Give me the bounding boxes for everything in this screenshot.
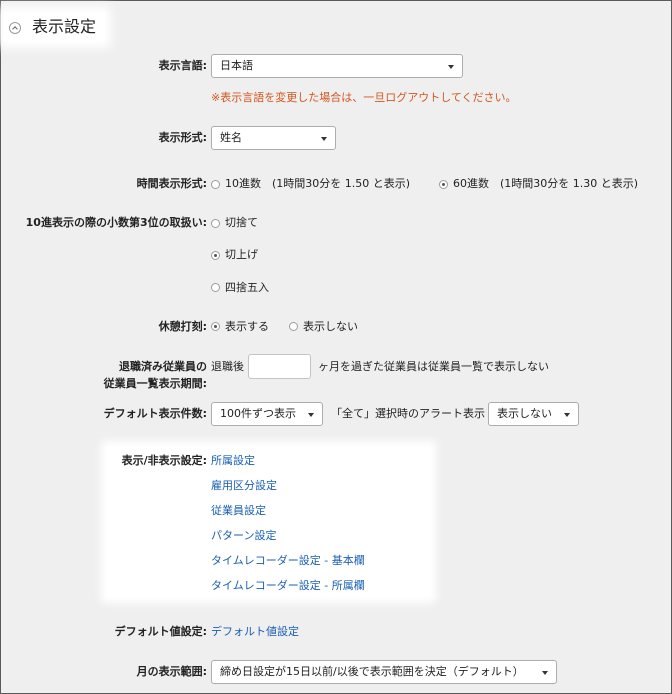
retired-employees-label-line2: 従業員一覧表示期間: bbox=[103, 377, 207, 390]
default-count-value: 100件ずつ表示 bbox=[220, 407, 296, 420]
rounding-radio-round[interactable] bbox=[211, 283, 220, 292]
break-stamp-radio-hide[interactable] bbox=[289, 322, 298, 331]
display-language-value: 日本語 bbox=[220, 59, 253, 72]
link-affiliation-settings[interactable]: 所属設定 bbox=[211, 453, 255, 469]
month-range-value: 締め日設定が15日以前/以後で表示範囲を決定（デフォルト） bbox=[220, 665, 524, 678]
display-format-label: 表示形式: bbox=[158, 131, 207, 144]
display-language-label: 表示言語: bbox=[158, 59, 207, 72]
alert-display-select[interactable]: 表示しない bbox=[488, 402, 579, 426]
retired-employees-label-line1: 退職済み従業員の bbox=[119, 360, 207, 373]
retired-prefix: 退職後 bbox=[211, 360, 244, 373]
display-language-select[interactable]: 日本語 bbox=[211, 54, 463, 78]
default-values-label: デフォルト値設定: bbox=[114, 625, 207, 638]
retired-suffix: ヶ月を過ぎた従業員は従業員一覧で表示しない bbox=[318, 360, 549, 373]
alert-display-label: 「全て」選択時のアラート表示 bbox=[331, 407, 485, 420]
chevron-down-icon bbox=[321, 137, 327, 141]
time-format-radio-sexagesimal[interactable] bbox=[439, 180, 448, 189]
chevron-down-icon bbox=[448, 65, 454, 69]
alert-display-value: 表示しない bbox=[497, 407, 552, 420]
chevron-down-icon bbox=[564, 413, 570, 417]
rounding-option-ceil: 切上げ bbox=[225, 248, 258, 261]
link-timerecorder-basic[interactable]: タイムレコーダー設定 - 基本欄 bbox=[211, 553, 365, 569]
chevron-down-icon bbox=[542, 671, 548, 675]
link-pattern-settings[interactable]: パターン設定 bbox=[211, 528, 276, 544]
visibility-label: 表示/非表示設定: bbox=[121, 454, 207, 467]
rounding-option-round: 四捨五入 bbox=[225, 281, 269, 294]
link-employee-settings[interactable]: 従業員設定 bbox=[211, 503, 266, 519]
time-format-option-decimal: 10進数 (1時間30分を 1.50 と表示) bbox=[225, 177, 411, 190]
rounding-radio-ceil[interactable] bbox=[211, 251, 220, 260]
rounding-option-floor: 切捨て bbox=[225, 216, 258, 229]
break-stamp-option-show: 表示する bbox=[225, 320, 269, 333]
time-format-label: 時間表示形式: bbox=[136, 177, 207, 190]
display-format-value: 姓名 bbox=[220, 131, 242, 144]
month-range-label: 月の表示範囲: bbox=[136, 665, 207, 678]
link-default-values[interactable]: デフォルト値設定 bbox=[211, 624, 299, 640]
month-range-select[interactable]: 締め日設定が15日以前/以後で表示範囲を決定（デフォルト） bbox=[211, 660, 557, 684]
section-title: 表示設定 bbox=[32, 17, 97, 36]
chevron-down-icon bbox=[308, 413, 314, 417]
link-timerecorder-affiliation[interactable]: タイムレコーダー設定 - 所属欄 bbox=[211, 578, 365, 594]
break-stamp-label: 休憩打刻: bbox=[158, 320, 207, 333]
link-employment-type-settings[interactable]: 雇用区分設定 bbox=[211, 478, 277, 494]
collapse-chevron-icon[interactable] bbox=[9, 22, 21, 34]
time-format-radio-decimal[interactable] bbox=[211, 180, 220, 189]
default-count-select[interactable]: 100件ずつ表示 bbox=[211, 402, 323, 426]
break-stamp-radio-show[interactable] bbox=[211, 322, 220, 331]
time-format-option-sexagesimal: 60進数 (1時間30分を 1.30 と表示) bbox=[453, 177, 639, 190]
visibility-highlight-panel bbox=[107, 447, 430, 597]
rounding-radio-floor[interactable] bbox=[211, 219, 220, 228]
retired-months-input[interactable] bbox=[248, 354, 311, 379]
decimal-rounding-label: 10進表示の際の小数第3位の取扱い: bbox=[25, 216, 207, 229]
default-count-label: デフォルト表示件数: bbox=[103, 407, 207, 420]
break-stamp-option-hide: 表示しない bbox=[303, 320, 358, 333]
display-format-select[interactable]: 姓名 bbox=[211, 126, 336, 150]
display-language-note: ※表示言語を変更した場合は、一旦ログアウトしてください。 bbox=[211, 91, 517, 104]
